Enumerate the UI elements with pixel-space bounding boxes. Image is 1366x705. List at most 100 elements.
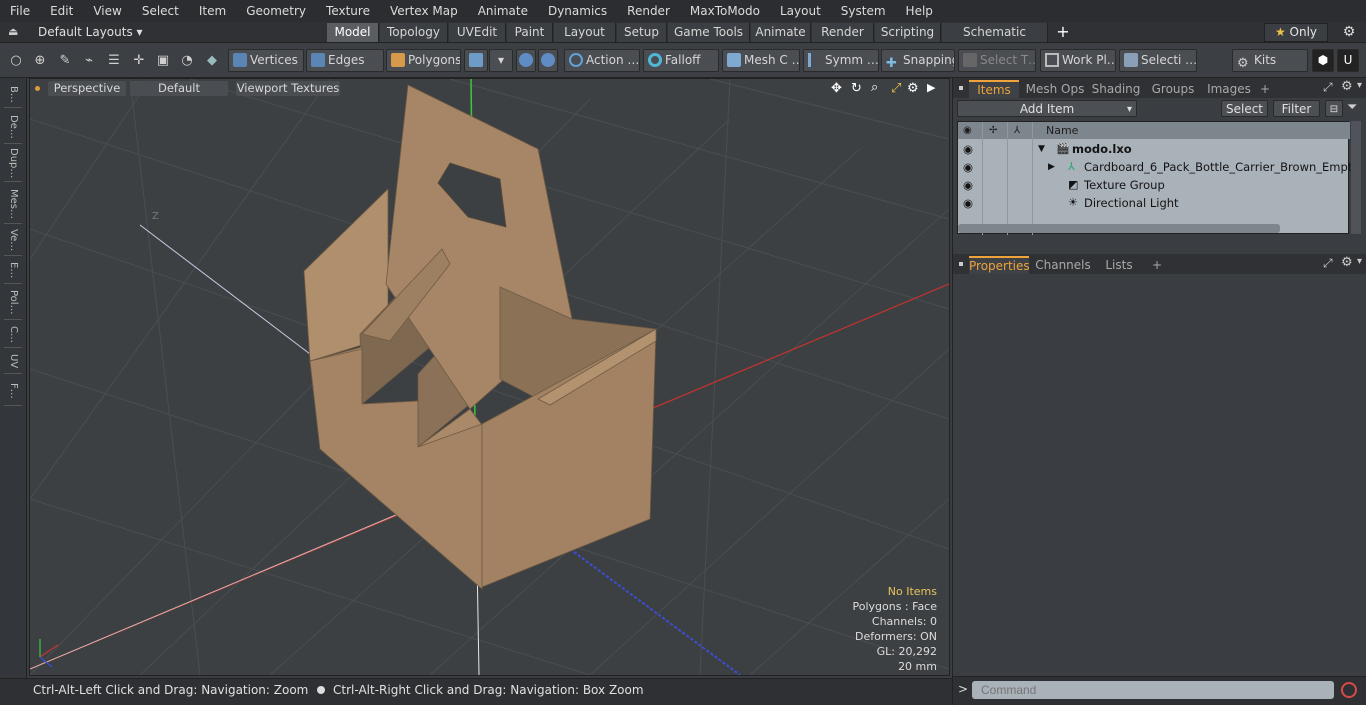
strip-tab-edge[interactable]: E… [4, 258, 22, 284]
globe-icon[interactable]: ⊕ [30, 51, 50, 71]
action-button[interactable]: Action … [564, 49, 640, 72]
panel-menu-dot[interactable] [959, 262, 963, 266]
strip-tab-fusion[interactable]: F… [4, 376, 22, 406]
selection-sets-button[interactable]: Selecti … [1119, 49, 1197, 72]
funnel-icon[interactable]: ⏷ [1347, 100, 1357, 115]
tab-groups[interactable]: Groups [1149, 80, 1197, 98]
gear-icon[interactable]: ⚙ [1339, 23, 1359, 42]
expand-panel-icon[interactable]: ⤢ [1323, 80, 1333, 95]
tab-items[interactable]: Items [969, 80, 1019, 98]
list-item[interactable]: ◉ ▶ ⅄ Cardboard_6_Pack_Bottle_Carrier_Br… [958, 158, 1359, 176]
eye-icon[interactable]: ◉ [963, 176, 977, 194]
strip-tab-deform[interactable]: De… [4, 110, 22, 144]
strip-tab-vertex[interactable]: Ve… [4, 226, 22, 256]
snapping-button[interactable]: ✚ Snapping [881, 49, 955, 72]
menu-maxtomodo[interactable]: MaxToModo [680, 0, 770, 22]
tab-properties[interactable]: Properties [969, 256, 1030, 274]
circle-select-icon[interactable]: ○ [6, 51, 26, 71]
view-type-button[interactable]: Perspective [48, 81, 126, 96]
tab-channels[interactable]: Channels [1035, 256, 1091, 274]
layout-collapse-icon[interactable]: ⏏ [8, 25, 22, 39]
command-input[interactable] [972, 681, 1334, 699]
zoom-view-icon[interactable]: ⌕ [871, 80, 878, 95]
cardboard-carrier-model[interactable] [303, 84, 657, 590]
viewport-textures-button[interactable]: Viewport Textures [236, 81, 340, 96]
rotate-view-icon[interactable]: ↻ [851, 81, 862, 96]
mesh-constraints-button[interactable]: Mesh C … [722, 49, 800, 72]
panel-gear-icon[interactable]: ⚙ [1341, 255, 1353, 270]
eye-icon[interactable]: ◉ [963, 158, 977, 176]
list-item[interactable]: ◉ ▼ 🎬 modo.lxo [958, 140, 1350, 158]
material-mode-button[interactable] [464, 49, 488, 72]
select-through-button[interactable]: Select T… [958, 49, 1036, 72]
item-mode-icon[interactable]: ◆ [202, 51, 222, 71]
viewport-menu-dot[interactable] [35, 86, 40, 91]
vertical-scrollbar[interactable] [1351, 121, 1361, 234]
menu-animate[interactable]: Animate [468, 0, 538, 22]
strip-tab-polygon[interactable]: Pol… [4, 286, 22, 320]
viewport-settings-icon[interactable]: ⚙ [907, 81, 919, 96]
expand-arrow-icon[interactable]: ▶ [1048, 158, 1055, 176]
tab-model[interactable]: Model [327, 23, 379, 42]
tab-schematic-fusion[interactable]: Schematic Fusion [942, 23, 1048, 58]
falloff-button[interactable]: Falloff [643, 49, 719, 72]
tab-render[interactable]: Render [812, 23, 874, 42]
pen-icon[interactable]: ✎ [55, 51, 75, 71]
menu-help[interactable]: Help [896, 0, 943, 22]
viewport-scene[interactable]: Z [30, 79, 949, 675]
menu-dynamics[interactable]: Dynamics [538, 0, 617, 22]
menu-render[interactable]: Render [617, 0, 680, 22]
expand-arrow-icon[interactable]: ▼ [1038, 140, 1045, 158]
menu-texture[interactable]: Texture [316, 0, 380, 22]
mode-dropdown-button[interactable]: ▾ [489, 49, 513, 72]
vertices-button[interactable]: Vertices [228, 49, 304, 72]
tab-mesh-ops[interactable]: Mesh Ops [1025, 80, 1085, 98]
add-item-button[interactable]: Add Item ▾ [957, 100, 1137, 117]
menu-layout[interactable]: Layout [770, 0, 831, 22]
tab-paint[interactable]: Paint [507, 23, 553, 42]
unreal-logo-button[interactable]: U [1337, 49, 1359, 72]
modo-logo-button[interactable]: ⬢ [1312, 49, 1334, 72]
strip-tab-curve[interactable]: C… [4, 322, 22, 348]
list-item[interactable]: ◉ ◩ Texture Group [958, 176, 1350, 194]
select-button[interactable]: Select [1221, 100, 1268, 117]
shading-mode-button[interactable]: Default [130, 81, 228, 96]
strip-tab-basic[interactable]: B… [4, 82, 22, 108]
tab-setup[interactable]: Setup [617, 23, 667, 42]
tab-layout[interactable]: Layout [554, 23, 616, 42]
strip-tab-duplicate[interactable]: Dup… [4, 146, 22, 182]
horizontal-scrollbar[interactable] [958, 224, 1280, 233]
eye-icon[interactable]: ◉ [963, 140, 977, 158]
tab-images[interactable]: Images [1203, 80, 1255, 98]
menu-vertex-map[interactable]: Vertex Map [380, 0, 468, 22]
add-tab-button[interactable]: + [1055, 22, 1071, 42]
tab-uvedit[interactable]: UVEdit [449, 23, 506, 42]
menu-file[interactable]: File [0, 0, 40, 22]
panel-chevron-icon[interactable]: ▾ [1357, 80, 1362, 91]
viewport-expand-icon[interactable]: ▶ [927, 81, 935, 94]
menu-system[interactable]: System [831, 0, 896, 22]
square-icon[interactable]: ▣ [153, 51, 173, 71]
symmetry-y-button[interactable] [538, 49, 558, 72]
expand-panel-icon[interactable]: ⤢ [1323, 256, 1333, 271]
menu-geometry[interactable]: Geometry [236, 0, 316, 22]
panel-chevron-icon[interactable]: ▾ [1357, 256, 1362, 267]
brush-icon[interactable]: ⌁ [79, 51, 99, 71]
add-panel-tab-button[interactable]: + [1151, 256, 1163, 274]
tab-shading[interactable]: Shading [1089, 80, 1143, 98]
tab-scripting[interactable]: Scripting [875, 23, 941, 42]
menu-item[interactable]: Item [189, 0, 236, 22]
record-icon[interactable] [1341, 682, 1357, 698]
3d-viewport[interactable]: Z Perspective Default Viewport Textures … [29, 78, 950, 676]
collapse-icon[interactable]: ⊟ [1325, 100, 1343, 117]
symmetry-button[interactable]: Symm … [803, 49, 879, 72]
work-plane-button[interactable]: Work Pl… [1040, 49, 1116, 72]
tab-lists[interactable]: Lists [1099, 256, 1139, 274]
menu-select[interactable]: Select [132, 0, 189, 22]
menu-edit[interactable]: Edit [40, 0, 83, 22]
filter-button[interactable]: Filter [1273, 100, 1320, 117]
panel-menu-dot[interactable] [959, 86, 963, 90]
pie-icon[interactable]: ◔ [177, 51, 197, 71]
strip-tab-uv[interactable]: UV [4, 350, 22, 374]
eye-icon[interactable]: ◉ [963, 194, 977, 212]
